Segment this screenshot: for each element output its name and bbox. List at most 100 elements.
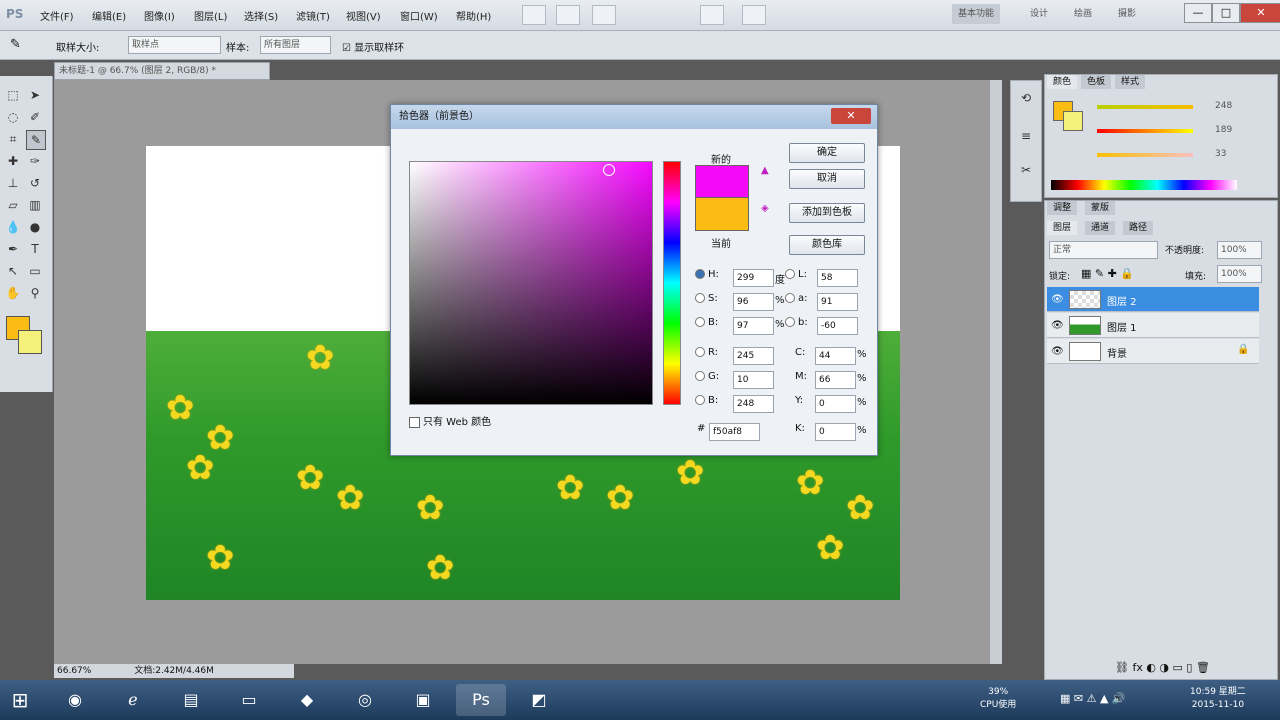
brush-preset-icon[interactable]: ✂ xyxy=(1017,161,1035,179)
tab-paths[interactable]: 路径 xyxy=(1123,221,1154,235)
brightness-input[interactable]: 97 xyxy=(733,317,774,335)
menu-file[interactable]: 文件(F) xyxy=(40,8,74,23)
restore-button[interactable]: □ xyxy=(1212,3,1240,23)
menu-help[interactable]: 帮助(H) xyxy=(456,8,491,23)
start-button[interactable]: ⊞ xyxy=(2,684,38,716)
bridge-button[interactable] xyxy=(522,5,546,25)
eye-icon[interactable]: 👁 xyxy=(1051,320,1064,331)
history-icon[interactable]: ⟲ xyxy=(1017,89,1035,107)
lab-b-radio[interactable] xyxy=(785,317,795,327)
layer-row-2[interactable]: 👁 图层 2 xyxy=(1047,287,1259,312)
menu-edit[interactable]: 编辑(E) xyxy=(92,8,126,23)
lasso-tool-icon[interactable]: ◌ xyxy=(4,108,22,126)
extras-button[interactable] xyxy=(742,5,766,25)
eyedropper-icon[interactable]: ✎ xyxy=(10,37,21,52)
hue-input[interactable]: 299 xyxy=(733,269,774,287)
hand-tool-icon[interactable]: ✋ xyxy=(4,284,22,302)
app-box-icon[interactable]: ◆ xyxy=(282,684,332,716)
minimize-button[interactable]: — xyxy=(1184,3,1212,23)
tab-masks[interactable]: 蒙版 xyxy=(1085,201,1116,215)
eye-icon[interactable]: 👁 xyxy=(1051,346,1064,357)
cyan-input[interactable]: 44 xyxy=(815,347,856,365)
color-field[interactable] xyxy=(409,161,653,405)
marquee-tool-icon[interactable]: ⬚ xyxy=(4,86,22,104)
green-slider[interactable] xyxy=(1097,129,1193,133)
eye-icon[interactable]: 👁 xyxy=(1051,294,1064,305)
menu-view[interactable]: 视图(V) xyxy=(346,8,381,23)
screen-mode-button[interactable] xyxy=(700,5,724,25)
magenta-input[interactable]: 66 xyxy=(815,371,856,389)
sample-select[interactable]: 所有图层 xyxy=(260,36,331,54)
type-tool-icon[interactable]: T xyxy=(26,240,44,258)
ie-icon[interactable]: ℯ xyxy=(108,684,158,716)
cancel-button[interactable]: 取消 xyxy=(789,169,865,189)
lab-l-radio[interactable] xyxy=(785,269,795,279)
history-brush-tool-icon[interactable]: ↺ xyxy=(26,174,44,192)
eyedropper-tool-icon[interactable]: ✎ xyxy=(26,130,46,150)
current-color-swatch[interactable] xyxy=(695,197,749,231)
green-value[interactable]: 189 xyxy=(1215,125,1245,135)
add-to-swatches-button[interactable]: 添加到色板 xyxy=(789,203,865,223)
path-select-tool-icon[interactable]: ↖ xyxy=(4,262,22,280)
yellow-input[interactable]: 0 xyxy=(815,395,856,413)
show-ring-checkbox[interactable]: ☑ 显示取样环 xyxy=(342,39,404,54)
opacity-input[interactable]: 100% xyxy=(1217,241,1262,259)
dialog-titlebar[interactable]: 拾色器（前景色） ✕ xyxy=(391,105,877,129)
tab-channels[interactable]: 通道 xyxy=(1085,221,1116,235)
picker-ring[interactable] xyxy=(603,164,615,176)
warning-icon[interactable]: ▲ xyxy=(761,165,769,176)
stamp-tool-icon[interactable]: ⊥ xyxy=(4,174,22,192)
tray-icons[interactable]: ▦ ✉ ⚠ ▲ 🔊 xyxy=(1060,692,1126,705)
lock-icons[interactable]: ▦ ✎ ✚ 🔒 xyxy=(1081,267,1134,280)
workspace-essentials[interactable]: 基本功能 xyxy=(952,4,1001,24)
color-spectrum[interactable] xyxy=(1051,180,1237,190)
menu-layer[interactable]: 图层(L) xyxy=(194,8,227,23)
checkbox-box[interactable] xyxy=(409,416,420,428)
tab-adjustments[interactable]: 调整 xyxy=(1047,201,1078,215)
dodge-tool-icon[interactable]: ● xyxy=(26,218,44,236)
layer-row-1[interactable]: 👁 图层 1 xyxy=(1047,313,1259,338)
background-color-swatch[interactable] xyxy=(18,330,42,354)
app-capture-icon[interactable]: ◩ xyxy=(514,684,564,716)
menu-filter[interactable]: 滤镜(T) xyxy=(296,8,330,23)
workspace-photography[interactable]: 摄影 xyxy=(1118,4,1136,24)
lab-a-radio[interactable] xyxy=(785,293,795,303)
move-tool-icon[interactable]: ➤ xyxy=(26,86,44,104)
sample-size-select[interactable]: 取样点 xyxy=(128,36,221,54)
shape-tool-icon[interactable]: ▭ xyxy=(26,262,44,280)
menu-image[interactable]: 图像(I) xyxy=(144,8,175,23)
color-libraries-button[interactable]: 颜色库 xyxy=(789,235,865,255)
adjust-icon[interactable]: ≡ xyxy=(1017,127,1035,145)
hue-slider[interactable] xyxy=(663,161,681,405)
document-tab[interactable]: 未标题-1 @ 66.7% (图层 2, RGB/8) * xyxy=(54,62,270,80)
red-radio[interactable] xyxy=(695,347,705,357)
saturation-radio[interactable] xyxy=(695,293,705,303)
tab-swatches[interactable]: 色板 xyxy=(1081,75,1112,89)
blend-mode-select[interactable]: 正常 xyxy=(1049,241,1158,259)
close-button[interactable]: ✕ xyxy=(1240,3,1280,23)
crop-tool-icon[interactable]: ⌗ xyxy=(4,130,22,148)
blue-input[interactable]: 248 xyxy=(733,395,774,413)
layer-actions-icons[interactable]: ⛓ fx ◐ ◑ ▭ ▯ 🗑 xyxy=(1115,661,1210,674)
quick-select-tool-icon[interactable]: ✐ xyxy=(26,108,44,126)
blue-value[interactable]: 33 xyxy=(1215,149,1245,159)
zoom-tool-icon[interactable]: ⚲ xyxy=(26,284,44,302)
workspace-design[interactable]: 设计 xyxy=(1030,4,1048,24)
tab-styles[interactable]: 样式 xyxy=(1115,75,1146,89)
lab-a-input[interactable]: 91 xyxy=(817,293,858,311)
tab-layers[interactable]: 图层 xyxy=(1047,221,1078,235)
red-value[interactable]: 248 xyxy=(1215,101,1245,111)
menu-select[interactable]: 选择(S) xyxy=(244,8,278,23)
arrange-button[interactable] xyxy=(592,5,616,25)
fill-input[interactable]: 100% xyxy=(1217,265,1262,283)
pen-tool-icon[interactable]: ✒ xyxy=(4,240,22,258)
hex-input[interactable]: f50af8 xyxy=(709,423,760,441)
explorer-icon[interactable]: ▭ xyxy=(224,684,274,716)
black-input[interactable]: 0 xyxy=(815,423,856,441)
brush-tool-icon[interactable]: ✑ xyxy=(26,152,44,170)
menu-window[interactable]: 窗口(W) xyxy=(400,8,438,23)
app-media-icon[interactable]: ▣ xyxy=(398,684,448,716)
lab-b-input[interactable]: -60 xyxy=(817,317,858,335)
green-input[interactable]: 10 xyxy=(733,371,774,389)
brightness-radio[interactable] xyxy=(695,317,705,327)
